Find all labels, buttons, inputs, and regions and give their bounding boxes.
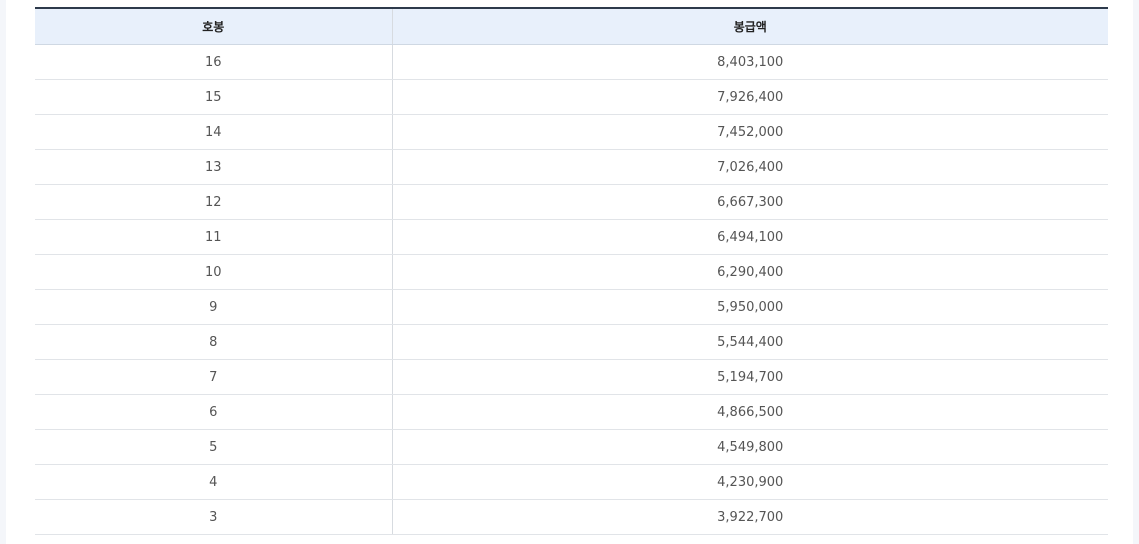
step-cell: 9 bbox=[35, 289, 393, 325]
table-row: 13 7,026,400 bbox=[35, 149, 1108, 185]
table-row: 9 5,950,000 bbox=[35, 289, 1108, 325]
step-cell: 14 bbox=[35, 114, 393, 150]
salary-cell: 6,494,100 bbox=[392, 219, 1108, 255]
step-cell: 6 bbox=[35, 394, 393, 430]
salary-cell: 7,026,400 bbox=[392, 149, 1108, 185]
table-row: 7 5,194,700 bbox=[35, 359, 1108, 395]
table-row: 3 3,922,700 bbox=[35, 499, 1108, 535]
salary-cell: 7,926,400 bbox=[392, 79, 1108, 115]
step-cell: 8 bbox=[35, 324, 393, 360]
step-cell: 16 bbox=[35, 44, 393, 80]
salary-cell: 6,290,400 bbox=[392, 254, 1108, 290]
step-cell: 3 bbox=[35, 499, 393, 535]
table-row: 5 4,549,800 bbox=[35, 429, 1108, 465]
step-cell: 5 bbox=[35, 429, 393, 465]
salary-cell: 4,230,900 bbox=[392, 464, 1108, 500]
table-row: 12 6,667,300 bbox=[35, 184, 1108, 220]
table-row: 14 7,452,000 bbox=[35, 114, 1108, 150]
step-cell: 10 bbox=[35, 254, 393, 290]
salary-cell: 3,922,700 bbox=[392, 499, 1108, 535]
salary-cell: 5,544,400 bbox=[392, 324, 1108, 360]
step-cell: 7 bbox=[35, 359, 393, 395]
salary-cell: 4,866,500 bbox=[392, 394, 1108, 430]
salary-cell: 5,950,000 bbox=[392, 289, 1108, 325]
salary-table: 호봉 봉급액 16 8,403,100 15 7,926,400 14 7,452,000… bbox=[35, 7, 1108, 535]
table-row: 15 7,926,400 bbox=[35, 79, 1108, 115]
header-row: 호봉 봉급액 bbox=[35, 8, 1108, 45]
step-cell: 11 bbox=[35, 219, 393, 255]
table-row: 16 8,403,100 bbox=[35, 44, 1108, 80]
step-cell: 15 bbox=[35, 79, 393, 115]
table-row: 6 4,866,500 bbox=[35, 394, 1108, 430]
header-salary: 봉급액 bbox=[392, 8, 1108, 45]
table-row: 4 4,230,900 bbox=[35, 464, 1108, 500]
salary-cell: 6,667,300 bbox=[392, 184, 1108, 220]
step-cell: 4 bbox=[35, 464, 393, 500]
table-header: 호봉 봉급액 bbox=[35, 8, 1108, 45]
salary-cell: 4,549,800 bbox=[392, 429, 1108, 465]
header-step: 호봉 bbox=[35, 8, 393, 45]
salary-cell: 7,452,000 bbox=[392, 114, 1108, 150]
salary-cell: 8,403,100 bbox=[392, 44, 1108, 80]
salary-cell: 5,194,700 bbox=[392, 359, 1108, 395]
step-cell: 12 bbox=[35, 184, 393, 220]
table-row: 10 6,290,400 bbox=[35, 254, 1108, 290]
table-body: 16 8,403,100 15 7,926,400 14 7,452,000 13 7,026… bbox=[35, 44, 1108, 535]
table-row: 11 6,494,100 bbox=[35, 219, 1108, 255]
step-cell: 13 bbox=[35, 149, 393, 185]
table-row: 8 5,544,400 bbox=[35, 324, 1108, 360]
